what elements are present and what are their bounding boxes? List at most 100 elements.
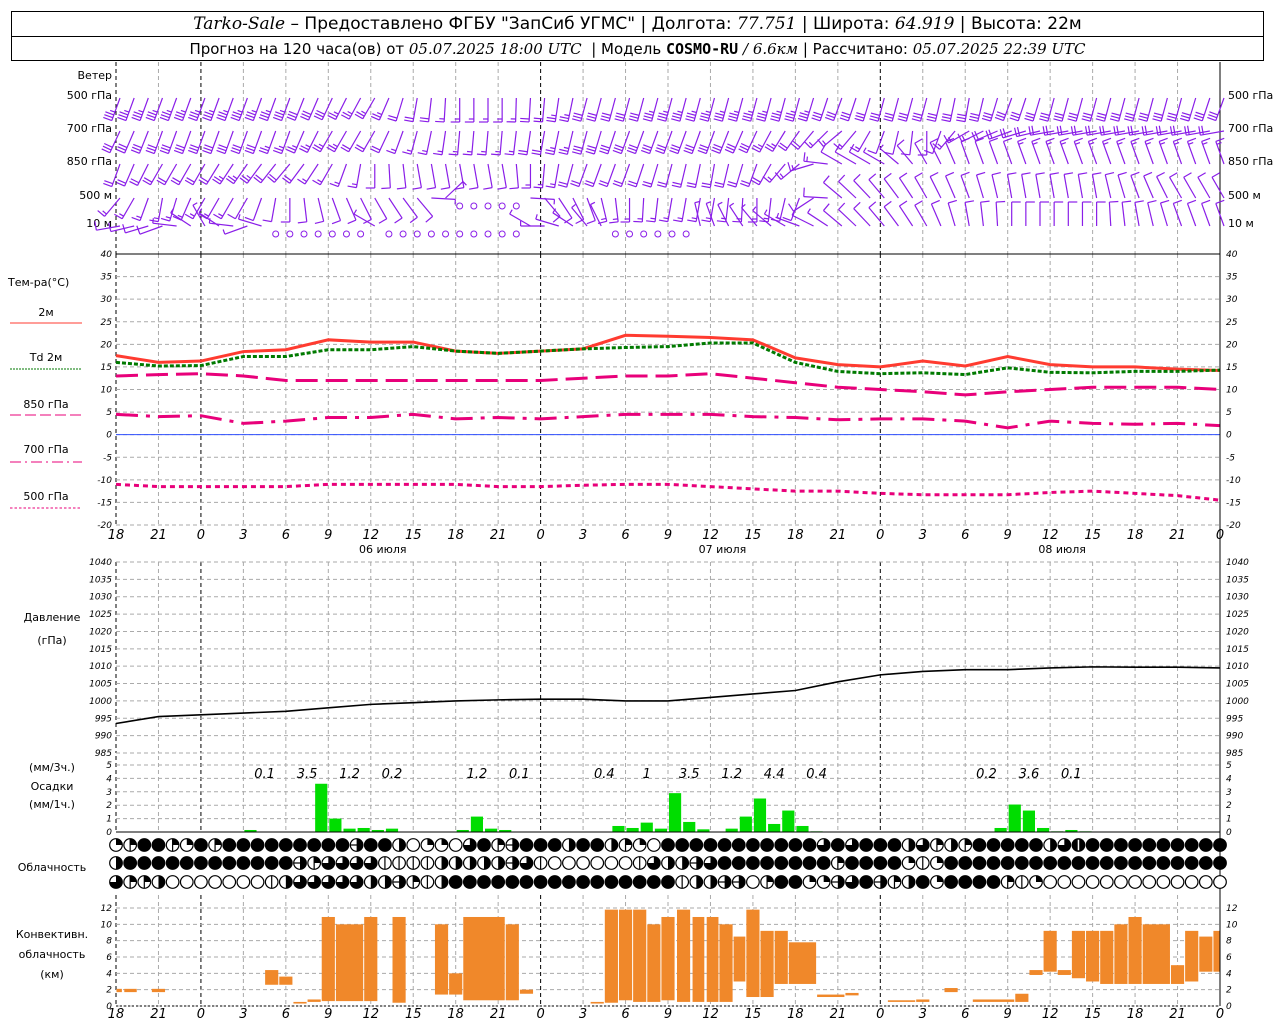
barb-feather <box>657 181 667 185</box>
barb-staff <box>991 174 999 199</box>
barb-feather <box>347 219 357 225</box>
cloud-circle <box>477 875 491 889</box>
wind-barb <box>584 163 602 188</box>
cloud-cover-symbol <box>887 838 902 852</box>
barb-staff <box>806 97 815 122</box>
precip-sum-label: 0.1 <box>254 767 275 782</box>
barb-staff <box>512 130 517 155</box>
cloud-fill <box>611 838 618 852</box>
cloud-cover-symbol <box>675 856 690 870</box>
cloud-circle <box>151 856 166 870</box>
barb-feather <box>771 112 781 116</box>
conv-ytick-right: 8 <box>1226 937 1232 947</box>
barb-feather <box>103 116 112 122</box>
cloud-cover-symbol <box>1014 856 1029 870</box>
barb-feather <box>246 174 252 179</box>
wind-level-label-left: 700 гПа <box>67 122 112 135</box>
barb-feather <box>964 200 975 203</box>
precip-sum-label: 0.4 <box>806 767 827 782</box>
pressure-ytick-right: 1005 <box>1226 680 1249 690</box>
wind-barb <box>331 197 342 225</box>
day-label: 07 июля <box>699 543 747 556</box>
conv-ytick-left: 8 <box>106 937 112 947</box>
barb-feather <box>370 115 380 121</box>
cloud-cover-symbol <box>675 838 690 852</box>
barb-feather <box>759 220 769 223</box>
cloud-circle <box>958 875 973 889</box>
cloud-cover-symbol <box>944 875 958 889</box>
barb-feather <box>1202 141 1208 145</box>
legend-850-label: 850 гПа <box>23 398 68 411</box>
wind-barb <box>386 130 404 155</box>
cloud-cover-symbol <box>859 875 874 889</box>
wind-barb <box>941 97 956 123</box>
wind-barb <box>509 163 519 190</box>
convective-bar <box>321 916 335 1002</box>
cloud-fill <box>696 875 703 889</box>
cloud-cover-symbol <box>845 856 859 870</box>
cloud-fill <box>285 875 293 889</box>
cloud-circle <box>378 838 392 852</box>
barb-feather <box>558 151 568 155</box>
barb-feather <box>1054 112 1064 116</box>
cloud-circle <box>363 838 378 852</box>
wind-barb <box>1109 97 1126 122</box>
wind-barb <box>419 97 432 123</box>
wind-barb <box>930 199 942 227</box>
time-tick-label-bottom: 12 <box>362 1007 379 1022</box>
barb-feather <box>640 149 650 155</box>
barb-feather <box>1188 141 1194 145</box>
wind-barb <box>404 97 418 123</box>
wind-barb <box>572 97 588 122</box>
barb-feather <box>868 201 877 209</box>
barb-feather <box>585 150 595 155</box>
precip-sum-label: 1.2 <box>339 767 360 782</box>
cloud-cover-symbol <box>930 838 944 852</box>
cloud-circle <box>1114 875 1128 889</box>
precip-bar <box>739 816 752 832</box>
barb-feather <box>628 144 638 149</box>
barb-feather <box>719 110 725 114</box>
wind-level-label-right: 10 м <box>1228 217 1254 230</box>
barb-staff <box>149 163 163 186</box>
barb-feather <box>245 114 255 119</box>
barb-feather <box>727 180 737 185</box>
barb-staff <box>1147 202 1154 227</box>
barb-feather <box>699 118 709 122</box>
precip-bar <box>782 810 795 832</box>
cloud-circle <box>194 838 208 852</box>
barb-feather <box>628 180 638 185</box>
wind-barb <box>999 128 1027 139</box>
wind-barb <box>1116 137 1126 165</box>
cloud-cover-symbol <box>448 856 463 870</box>
barb-feather <box>1193 117 1203 122</box>
wind-barb <box>1169 172 1183 199</box>
barb-feather <box>697 149 707 155</box>
wind-title: Ветер <box>78 69 112 82</box>
cloud-cover-symbol <box>477 838 491 852</box>
barb-feather <box>131 146 141 152</box>
cloud-fill <box>809 875 816 882</box>
cloud-circle <box>1198 838 1213 852</box>
cloud-cover-symbol <box>590 838 605 852</box>
barb-feather <box>1068 115 1078 119</box>
barb-feather <box>258 116 268 122</box>
barb-feather <box>714 115 724 119</box>
barb-feather <box>757 112 767 116</box>
wind-barb <box>838 202 857 227</box>
barb-feather <box>244 216 254 222</box>
cloud-circle <box>972 838 987 852</box>
cloud-cover-symbol <box>519 875 534 889</box>
barb-feather <box>785 115 795 119</box>
cloud-circle <box>859 856 874 870</box>
barb-feather <box>742 115 752 119</box>
time-tick-label: 0 <box>876 528 884 543</box>
barb-staff <box>988 141 999 165</box>
barb-feather <box>396 187 406 190</box>
barb-feather <box>658 112 668 116</box>
barb-feather <box>131 216 141 222</box>
wind-barb <box>387 97 404 122</box>
day-label: 08 июля <box>1038 543 1086 556</box>
cloud-cover-symbol <box>972 875 987 889</box>
convective-bar <box>307 999 321 1002</box>
